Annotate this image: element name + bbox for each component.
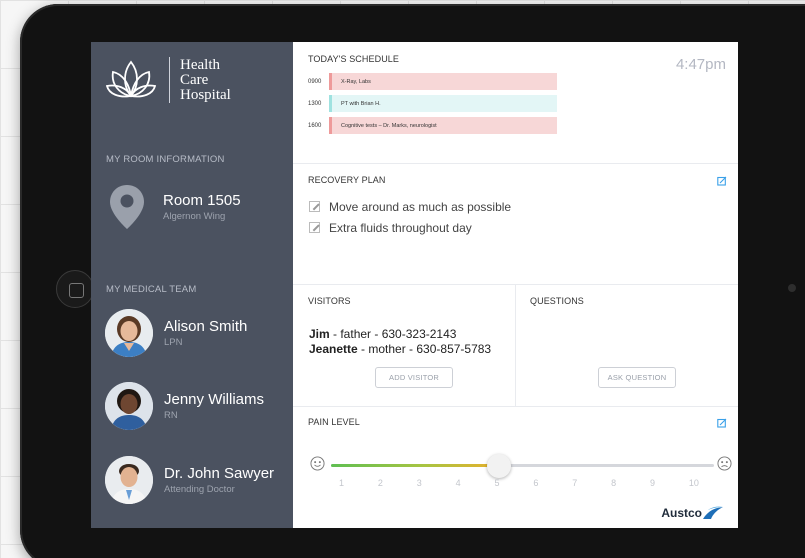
recovery-plan-title: RECOVERY PLAN bbox=[308, 175, 386, 185]
pain-slider-track[interactable] bbox=[331, 464, 714, 467]
avatar bbox=[105, 309, 153, 357]
schedule-section: TODAY'S SCHEDULE 0900 X-Ray, Labs 1300 P… bbox=[308, 54, 728, 134]
scale-label: 3 bbox=[416, 478, 422, 488]
schedule-item: PT with Brian H. bbox=[329, 95, 557, 112]
nurse-portrait-icon bbox=[105, 382, 153, 430]
doctor-portrait-icon bbox=[105, 456, 153, 504]
member-role: Attending Doctor bbox=[164, 484, 235, 495]
member-name: Jenny Williams bbox=[164, 391, 265, 408]
visitors-list: Jim - father - 630-323-2143 Jeanette - m… bbox=[309, 327, 491, 357]
logo-line-3: Hospital bbox=[180, 86, 231, 103]
clock-time: 4:47pm bbox=[675, 56, 726, 73]
home-button[interactable] bbox=[56, 270, 94, 308]
schedule-item: Cognitive tests – Dr. Marks, neurologist bbox=[329, 117, 557, 134]
scale-label: 9 bbox=[650, 478, 656, 488]
logo-line-1: Health bbox=[180, 56, 220, 73]
team-member[interactable]: Jenny Williams RN bbox=[105, 382, 264, 430]
team-section-title: MY MEDICAL TEAM bbox=[106, 284, 197, 295]
map-pin-icon bbox=[110, 185, 144, 229]
visitor-detail: - father - 630-323-2143 bbox=[329, 327, 457, 341]
schedule-item: X-Ray, Labs bbox=[329, 73, 557, 90]
visitor-name: Jeanette bbox=[309, 342, 358, 356]
list-item[interactable]: Move around as much as possible bbox=[309, 196, 511, 217]
scale-label: 7 bbox=[572, 478, 578, 488]
hospital-name: Health Care Hospital bbox=[180, 56, 231, 103]
questions-title: QUESTIONS bbox=[530, 296, 584, 306]
schedule-row[interactable]: 1600 Cognitive tests – Dr. Marks, neurol… bbox=[308, 117, 728, 134]
scale-label: 2 bbox=[377, 478, 383, 488]
schedule-row[interactable]: 1300 PT with Brian H. bbox=[308, 95, 728, 112]
brand-name: Austco bbox=[661, 506, 702, 520]
hospital-logo: Health Care Hospital bbox=[105, 56, 231, 104]
pain-slider-fill bbox=[331, 464, 499, 467]
column-divider bbox=[515, 284, 516, 406]
member-name: Dr. John Sawyer bbox=[164, 465, 275, 482]
room-section-title: MY ROOM INFORMATION bbox=[106, 154, 225, 165]
plan-item-text: Extra fluids throughout day bbox=[329, 220, 472, 235]
member-name: Alison Smith bbox=[164, 318, 248, 335]
checkbox-icon[interactable] bbox=[309, 201, 320, 212]
scene: Health Care Hospital MY ROOM INFORMATION… bbox=[0, 0, 805, 558]
sad-face-icon bbox=[717, 456, 732, 471]
room-wing: Algernon Wing bbox=[163, 211, 226, 222]
tablet-screen: Health Care Hospital MY ROOM INFORMATION… bbox=[91, 42, 738, 528]
nurse-portrait-icon bbox=[105, 309, 153, 357]
team-member[interactable]: Dr. John Sawyer Attending Doctor bbox=[105, 456, 274, 504]
scale-label: 8 bbox=[611, 478, 617, 488]
visitor-detail: - mother - 630-857-5783 bbox=[357, 342, 492, 356]
schedule-time: 0900 bbox=[308, 78, 322, 85]
plan-item-text: Move around as much as possible bbox=[329, 199, 512, 214]
section-divider bbox=[293, 406, 738, 407]
austco-brand: Austco bbox=[661, 506, 724, 520]
team-member[interactable]: Alison Smith LPN bbox=[105, 309, 247, 357]
add-visitor-button[interactable]: ADD VISITOR bbox=[375, 367, 453, 388]
recovery-plan-list: Move around as much as possible Extra fl… bbox=[309, 196, 511, 238]
schedule-row[interactable]: 0900 X-Ray, Labs bbox=[308, 73, 728, 90]
edit-icon[interactable] bbox=[717, 176, 727, 186]
schedule-time: 1300 bbox=[308, 100, 322, 107]
scale-label: 5 bbox=[494, 478, 500, 488]
room-info: Room 1505 Algernon Wing bbox=[109, 184, 241, 230]
checkbox-icon[interactable] bbox=[309, 222, 320, 233]
logo-separator bbox=[169, 57, 170, 103]
list-item: Jeanette - mother - 630-857-5783 bbox=[309, 342, 491, 357]
schedule-time: 1600 bbox=[308, 122, 322, 129]
main-panel: TODAY'S SCHEDULE 0900 X-Ray, Labs 1300 P… bbox=[293, 42, 738, 528]
list-item: Jim - father - 630-323-2143 bbox=[309, 327, 491, 342]
visitors-title: VISITORS bbox=[308, 296, 351, 306]
scale-label: 1 bbox=[339, 478, 345, 488]
pain-slider-handle[interactable] bbox=[487, 454, 511, 478]
section-divider bbox=[293, 163, 738, 164]
brand-swoosh-icon bbox=[703, 506, 723, 519]
schedule-title: TODAY'S SCHEDULE bbox=[308, 54, 400, 64]
scale-label: 10 bbox=[688, 478, 699, 488]
scale-label: 6 bbox=[533, 478, 539, 488]
avatar bbox=[105, 382, 153, 430]
pain-level-title: PAIN LEVEL bbox=[308, 417, 360, 427]
list-item[interactable]: Extra fluids throughout day bbox=[309, 217, 511, 238]
logo-line-2: Care bbox=[180, 71, 209, 88]
member-role: RN bbox=[164, 410, 178, 421]
room-title: Room 1505 bbox=[163, 192, 241, 209]
ask-question-button[interactable]: ASK QUESTION bbox=[598, 367, 676, 388]
edit-icon[interactable] bbox=[717, 418, 727, 428]
sidebar: Health Care Hospital MY ROOM INFORMATION… bbox=[91, 42, 293, 528]
member-role: LPN bbox=[164, 337, 183, 348]
visitor-name: Jim bbox=[309, 327, 330, 341]
pain-scale-labels: 1 2 3 4 5 6 7 8 9 10 bbox=[339, 478, 699, 488]
camera-dot bbox=[788, 284, 796, 292]
scale-label: 4 bbox=[455, 478, 461, 488]
avatar bbox=[105, 456, 153, 504]
happy-face-icon bbox=[310, 456, 325, 471]
lotus-logo-icon bbox=[105, 60, 157, 98]
